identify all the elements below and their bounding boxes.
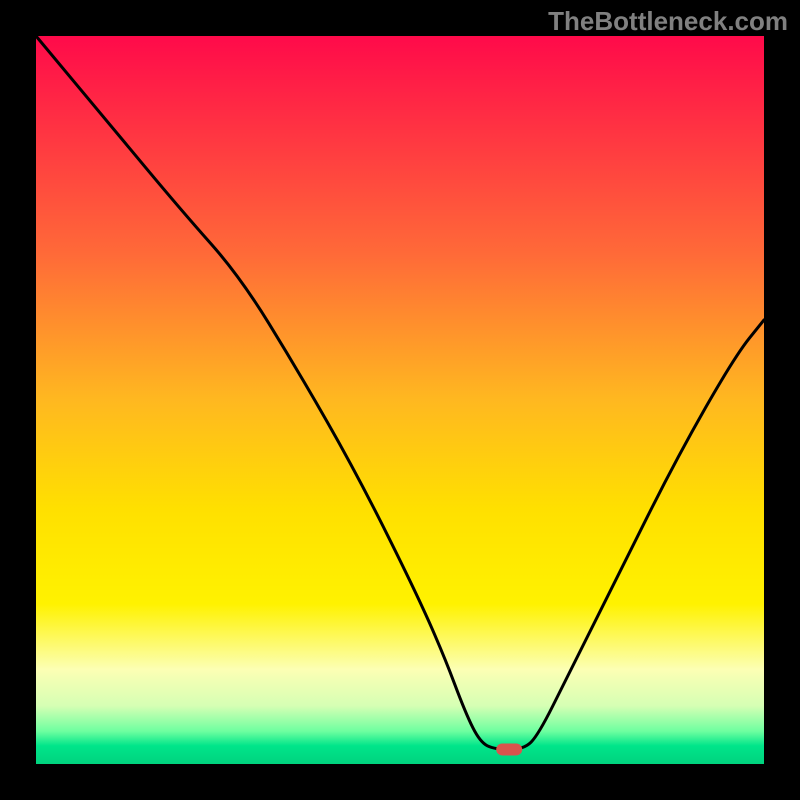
watermark-text: TheBottleneck.com (548, 6, 788, 37)
optimal-point-marker (496, 743, 522, 755)
plot-area (36, 36, 764, 764)
gradient-background (36, 36, 764, 764)
bottleneck-chart: TheBottleneck.com (0, 0, 800, 800)
chart-svg (0, 0, 800, 800)
